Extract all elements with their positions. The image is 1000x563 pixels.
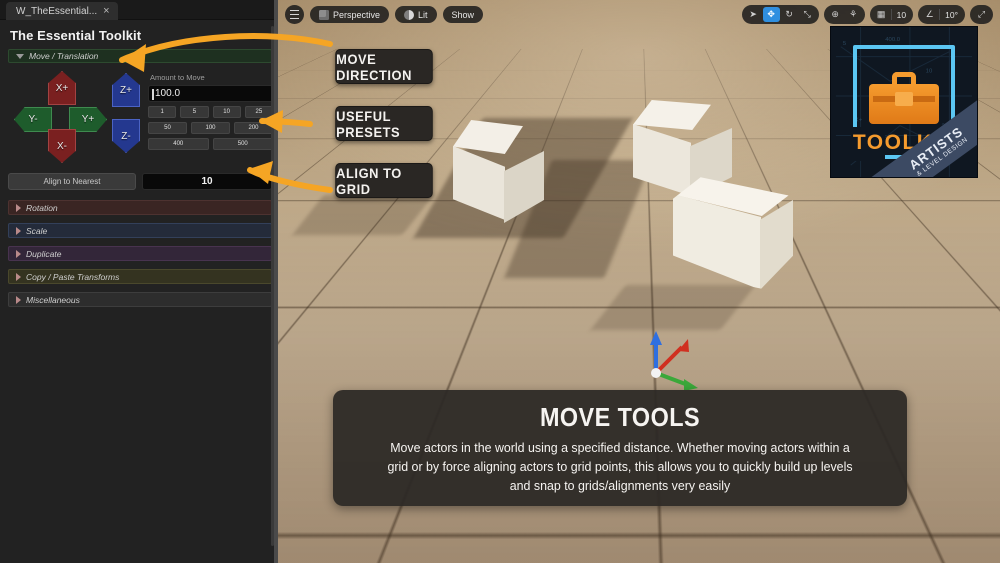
panel-divider[interactable] [274, 0, 278, 563]
info-panel-body: Move actors in the world using a specifi… [378, 438, 861, 495]
amount-to-move-label: Amount to Move [148, 69, 273, 85]
section-label: Miscellaneous [26, 295, 80, 305]
lighting-mode-label: Lit [418, 10, 428, 20]
level-viewport[interactable]: Perspective Lit Show ➤ ✥ ↻ ⤡ ⊕ ⚘ [278, 0, 1000, 563]
axis-button-y-minus[interactable]: Y- [14, 107, 52, 132]
axis-button-x-minus[interactable]: X- [48, 129, 76, 163]
preset-row-1: 1 5 10 25 [148, 106, 273, 118]
grid-snap-icon[interactable]: ▦ [873, 7, 890, 22]
section-header-move-translation[interactable]: Move / Translation [8, 49, 272, 63]
toolbox-icon [869, 72, 939, 124]
info-panel-title: MOVE TOOLS [389, 402, 852, 433]
page-title: The Essential Toolkit [0, 20, 278, 49]
callout-move-direction[interactable]: MOVE DIRECTION [335, 49, 433, 84]
section-label: Move / Translation [29, 51, 98, 61]
callout-align-to-grid[interactable]: ALIGN TO GRID [335, 163, 433, 198]
toolkit-panel: W_TheEssential... × The Essential Toolki… [0, 0, 278, 563]
move-tool-icon[interactable]: ✥ [763, 7, 780, 22]
preset-button-1[interactable]: 1 [148, 106, 176, 118]
angle-snap-icon[interactable]: ∠ [921, 7, 938, 22]
select-tool-icon[interactable]: ➤ [745, 7, 762, 22]
preset-row-3: 400 500 [148, 138, 273, 150]
axis-direction-pad: X+ Y- Y+ X- Z+ Z- [12, 71, 144, 163]
amount-to-move-group: Amount to Move 100.0 1 5 10 25 50 100 20… [148, 69, 273, 150]
chevron-right-icon [16, 296, 21, 304]
perspective-cube-icon [319, 10, 329, 20]
align-controls: Align to Nearest 10 [8, 173, 272, 190]
rotate-tool-icon[interactable]: ↻ [781, 7, 798, 22]
tab-strip: W_TheEssential... × [0, 0, 278, 20]
section-header-rotation[interactable]: Rotation [8, 200, 272, 215]
angle-snap-group: ∠ 10° [918, 5, 965, 24]
section-label: Duplicate [26, 249, 61, 259]
scale-tool-icon[interactable]: ⤡ [799, 7, 816, 22]
section-header-duplicate[interactable]: Duplicate [8, 246, 272, 261]
section-label: Rotation [26, 203, 58, 213]
lighting-mode-dropdown[interactable]: Lit [395, 6, 437, 23]
section-label: Scale [26, 226, 47, 236]
close-icon[interactable]: × [103, 6, 109, 17]
chevron-right-icon [16, 250, 21, 258]
surface-snap-toggle-icon[interactable]: ⚘ [845, 7, 862, 22]
chevron-right-icon [16, 273, 21, 281]
preset-button-10[interactable]: 10 [213, 106, 241, 118]
section-label: Copy / Paste Transforms [26, 272, 119, 282]
translate-gizmo[interactable] [636, 325, 706, 390]
amount-to-move-input[interactable]: 100.0 [148, 85, 273, 102]
application-window: Perspective Lit Show ➤ ✥ ↻ ⤡ ⊕ ⚘ [0, 0, 1000, 563]
preset-button-200[interactable]: 200 [234, 122, 273, 134]
section-header-miscellaneous[interactable]: Miscellaneous [8, 292, 272, 307]
preset-button-400[interactable]: 400 [148, 138, 209, 150]
angle-snap-value[interactable]: 10° [941, 10, 962, 20]
tab-label: W_TheEssential... [16, 6, 97, 17]
axis-button-x-plus[interactable]: X+ [48, 71, 76, 105]
transform-tool-group: ➤ ✥ ↻ ⤡ [742, 5, 819, 24]
preset-button-5[interactable]: 5 [180, 106, 208, 118]
preset-row-2: 50 100 200 [148, 122, 273, 134]
preset-button-50[interactable]: 50 [148, 122, 187, 134]
axis-button-z-minus[interactable]: Z- [112, 119, 140, 153]
show-menu-label: Show [452, 10, 475, 20]
panel-body: Move / Translation X+ Y- Y+ X- Z+ Z- Amo… [0, 49, 278, 307]
lit-icon [404, 10, 414, 20]
grid-snap-group: ▦ 10 [870, 5, 913, 24]
space-tool-group: ⊕ ⚘ [824, 5, 865, 24]
view-mode-label: Perspective [333, 10, 380, 20]
toolkit-logo: 5400.0 10X+ 25100 TOOLKIT ARTISTS & LEVE… [830, 26, 978, 178]
preset-button-100[interactable]: 100 [191, 122, 230, 134]
info-panel: MOVE TOOLS Move actors in the world usin… [333, 390, 907, 506]
move-controls: X+ Y- Y+ X- Z+ Z- Amount to Move 100.0 1… [8, 69, 272, 165]
hamburger-icon[interactable] [285, 5, 304, 24]
tab-w-theessential[interactable]: W_TheEssential... × [6, 2, 118, 20]
camera-speed-icon[interactable]: ⤢ [973, 7, 990, 22]
divider [891, 9, 892, 20]
preset-button-500[interactable]: 500 [213, 138, 274, 150]
chevron-right-icon [16, 204, 21, 212]
collapsed-sections: Rotation Scale Duplicate Copy / Paste Tr… [8, 200, 272, 307]
toolbox-clip [895, 92, 913, 106]
axis-button-z-plus[interactable]: Z+ [112, 73, 140, 107]
camera-speed-group: ⤢ [970, 5, 993, 24]
chevron-down-icon [16, 54, 24, 59]
view-mode-dropdown[interactable]: Perspective [310, 6, 389, 23]
align-grid-size-input[interactable]: 10 [142, 173, 272, 190]
show-menu-dropdown[interactable]: Show [443, 6, 484, 23]
world-space-toggle-icon[interactable]: ⊕ [827, 7, 844, 22]
section-header-scale[interactable]: Scale [8, 223, 272, 238]
preset-button-25[interactable]: 25 [245, 106, 273, 118]
divider [939, 9, 940, 20]
axis-button-y-plus[interactable]: Y+ [69, 107, 107, 132]
section-header-copy-paste-transforms[interactable]: Copy / Paste Transforms [8, 269, 272, 284]
grid-snap-value[interactable]: 10 [893, 10, 910, 20]
viewport-toolbar-right: ➤ ✥ ↻ ⤡ ⊕ ⚘ ▦ 10 ∠ 10° ⤢ [742, 5, 993, 24]
svg-text:5: 5 [843, 41, 847, 47]
svg-text:400.0: 400.0 [885, 37, 900, 43]
viewport-toolbar-left: Perspective Lit Show [285, 5, 483, 24]
chevron-right-icon [16, 227, 21, 235]
align-to-nearest-button[interactable]: Align to Nearest [8, 173, 136, 190]
callout-useful-presets[interactable]: USEFUL PRESETS [335, 106, 433, 141]
